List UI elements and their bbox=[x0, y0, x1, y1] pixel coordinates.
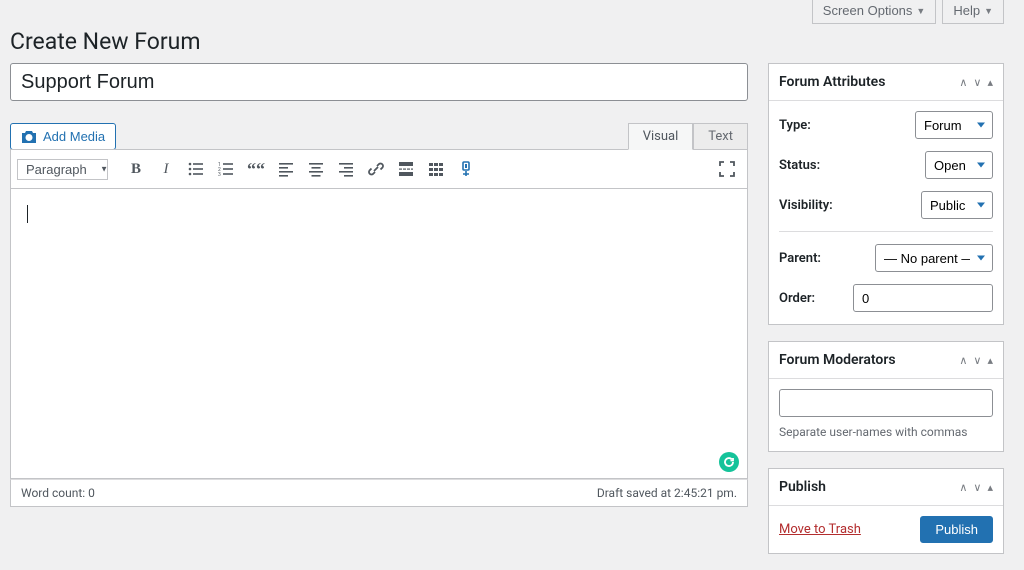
moderators-hint: Separate user-names with commas bbox=[779, 425, 993, 439]
type-label: Type: bbox=[779, 118, 811, 133]
align-center-button[interactable] bbox=[302, 155, 330, 183]
text-cursor bbox=[27, 205, 28, 223]
status-select[interactable]: Open bbox=[925, 151, 993, 179]
forum-attributes-box: Forum Attributes ∧ ∨ ▴ Type: Forum Statu… bbox=[768, 63, 1004, 325]
editor-status-bar: Word count: 0 Draft saved at 2:45:21 pm. bbox=[10, 479, 748, 507]
parent-select[interactable]: — No parent — bbox=[875, 244, 993, 272]
move-down-icon[interactable]: ∨ bbox=[973, 481, 981, 494]
forum-moderators-heading: Forum Moderators bbox=[779, 352, 896, 368]
editor-content[interactable] bbox=[10, 189, 748, 479]
parent-label: Parent: bbox=[779, 251, 821, 266]
fullscreen-button[interactable] bbox=[713, 155, 741, 183]
help-label: Help bbox=[953, 3, 980, 18]
align-left-button[interactable] bbox=[272, 155, 300, 183]
screen-options-button[interactable]: Screen Options ▼ bbox=[812, 0, 937, 24]
toolbar-toggle-button[interactable] bbox=[422, 155, 450, 183]
forum-attributes-heading: Forum Attributes bbox=[779, 74, 885, 90]
order-label: Order: bbox=[779, 291, 815, 306]
format-select[interactable]: Paragraph bbox=[17, 159, 108, 180]
link-button[interactable] bbox=[362, 155, 390, 183]
publish-box: Publish ∧ ∨ ▴ Move to Trash Publish bbox=[768, 468, 1004, 554]
type-select[interactable]: Forum bbox=[915, 111, 993, 139]
visibility-select[interactable]: Public bbox=[921, 191, 993, 219]
toggle-icon[interactable]: ▴ bbox=[987, 354, 993, 367]
move-up-icon[interactable]: ∧ bbox=[959, 481, 967, 494]
toggle-icon[interactable]: ▴ bbox=[987, 481, 993, 494]
forum-title-input[interactable] bbox=[10, 63, 748, 101]
move-up-icon[interactable]: ∧ bbox=[959, 354, 967, 367]
italic-button[interactable]: I bbox=[152, 155, 180, 183]
toggle-icon[interactable]: ▴ bbox=[987, 76, 993, 89]
publish-heading: Publish bbox=[779, 479, 826, 495]
align-right-button[interactable] bbox=[332, 155, 360, 183]
move-to-trash-link[interactable]: Move to Trash bbox=[779, 522, 861, 537]
camera-icon bbox=[21, 130, 37, 144]
moderators-input[interactable] bbox=[779, 389, 993, 417]
chevron-down-icon: ▼ bbox=[916, 6, 925, 16]
move-up-icon[interactable]: ∧ bbox=[959, 76, 967, 89]
tab-text[interactable]: Text bbox=[693, 123, 748, 150]
move-down-icon[interactable]: ∨ bbox=[973, 354, 981, 367]
draft-saved-time: Draft saved at 2:45:21 pm. bbox=[597, 486, 737, 500]
visibility-label: Visibility: bbox=[779, 198, 833, 213]
numbered-list-button[interactable]: 123 bbox=[212, 155, 240, 183]
chevron-down-icon: ▼ bbox=[984, 6, 993, 16]
bold-button[interactable]: B bbox=[122, 155, 150, 183]
help-button[interactable]: Help ▼ bbox=[942, 0, 1004, 24]
publish-button[interactable]: Publish bbox=[920, 516, 993, 543]
editor-toolbar: Paragraph B I 123 ““ bbox=[10, 149, 748, 189]
forum-moderators-box: Forum Moderators ∧ ∨ ▴ Separate user-nam… bbox=[768, 341, 1004, 452]
grammarly-icon bbox=[719, 452, 739, 472]
word-count: Word count: 0 bbox=[21, 486, 95, 500]
add-media-label: Add Media bbox=[43, 129, 105, 144]
order-input[interactable] bbox=[853, 284, 993, 312]
add-media-button[interactable]: Add Media bbox=[10, 123, 116, 150]
svg-text:3: 3 bbox=[218, 172, 221, 177]
status-label: Status: bbox=[779, 158, 820, 173]
keyboard-shortcut-icon[interactable] bbox=[452, 155, 480, 183]
screen-options-label: Screen Options bbox=[823, 3, 913, 18]
bullet-list-button[interactable] bbox=[182, 155, 210, 183]
page-title: Create New Forum bbox=[10, 24, 1004, 63]
read-more-button[interactable] bbox=[392, 155, 420, 183]
tab-visual[interactable]: Visual bbox=[628, 123, 694, 150]
move-down-icon[interactable]: ∨ bbox=[973, 76, 981, 89]
blockquote-button[interactable]: ““ bbox=[242, 155, 270, 183]
